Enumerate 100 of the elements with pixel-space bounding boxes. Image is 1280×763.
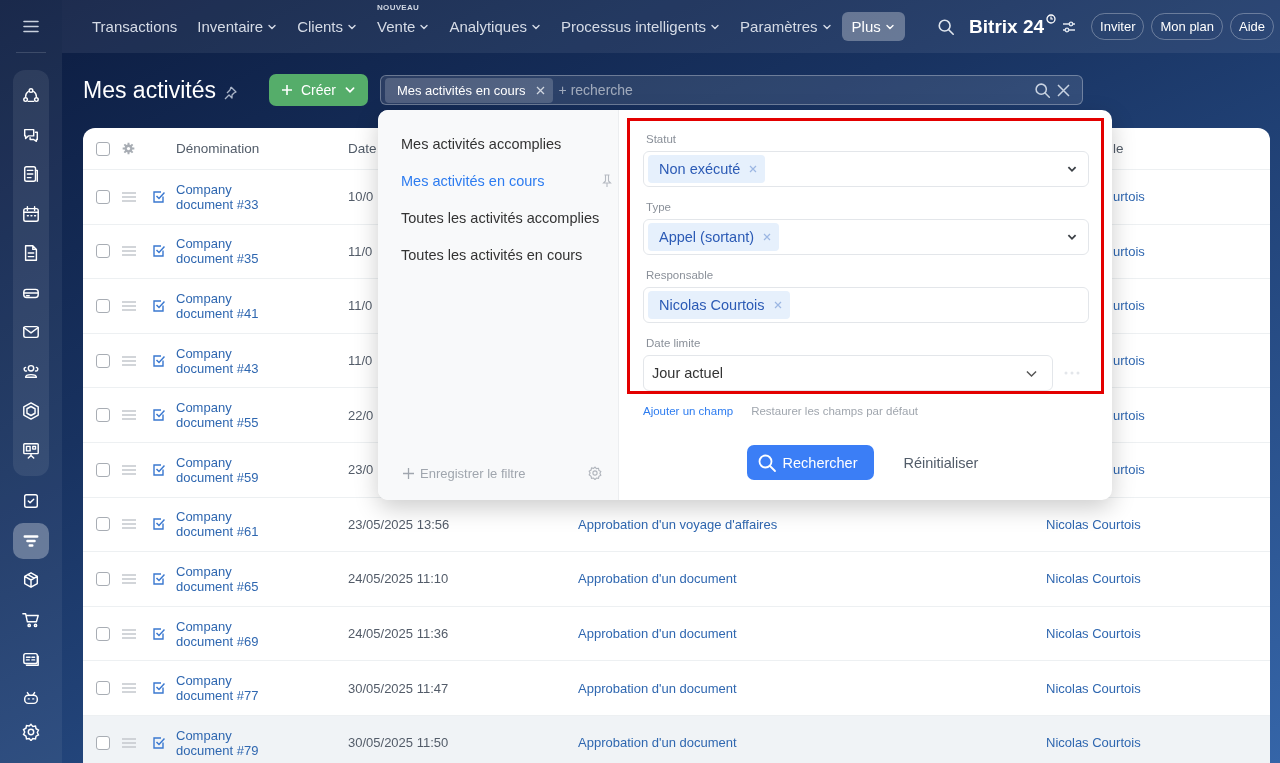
date-cell: 24/05/2025 11:10: [348, 571, 449, 587]
document-link[interactable]: Company document #43: [176, 345, 276, 376]
row-checkbox[interactable]: [96, 517, 110, 532]
row-checkbox[interactable]: [96, 353, 110, 368]
nav-item[interactable]: Processus intelligents: [551, 12, 731, 41]
task-icon: [153, 300, 165, 312]
new-label: NOUVEAU: [377, 3, 420, 12]
date-cell: 30/05/2025 11:50: [348, 735, 449, 751]
drag-handle-icon[interactable]: [122, 573, 136, 584]
responsible-link[interactable]: Nicolas Courtois: [1046, 516, 1141, 532]
drag-handle-icon[interactable]: [122, 464, 136, 475]
filter-preset[interactable]: Mes activités accomplies: [378, 125, 618, 162]
drag-handle-icon[interactable]: [122, 246, 136, 257]
drag-handle-icon[interactable]: [122, 519, 136, 530]
row-checkbox[interactable]: [96, 735, 110, 750]
activity-link[interactable]: Approbation d'un voyage d'affaires: [578, 516, 778, 532]
people-icon: [22, 362, 40, 381]
responsible-link[interactable]: urtois: [1113, 189, 1145, 205]
activity-link[interactable]: Approbation d'un document: [578, 571, 737, 587]
nav-item[interactable]: Plus: [841, 12, 905, 41]
drag-handle-icon[interactable]: [122, 191, 136, 202]
drag-handle-icon[interactable]: [122, 410, 136, 421]
column-header[interactable]: Dénomination: [176, 141, 260, 156]
search-field[interactable]: Mes activités en cours + recherche: [379, 75, 1083, 105]
filter-chip[interactable]: Mes activités en cours: [384, 77, 553, 103]
close-icon[interactable]: [535, 85, 545, 95]
drag-handle-icon[interactable]: [122, 301, 136, 311]
date-cell: 11/0: [348, 298, 373, 314]
nav-item[interactable]: Paramètres: [730, 12, 842, 41]
nav-item[interactable]: Analytiques: [439, 12, 551, 41]
document-link[interactable]: Company document #77: [176, 673, 276, 704]
drag-handle-icon[interactable]: [122, 628, 136, 639]
menu-icon[interactable]: [23, 19, 39, 33]
document-link[interactable]: Company document #55: [176, 400, 276, 431]
filter-field[interactable]: Nicolas Courtois: [643, 287, 1089, 323]
filter-preset[interactable]: Mes activités en cours: [378, 162, 618, 199]
select-field[interactable]: Jour actuel: [643, 355, 1053, 391]
clock-icon: [1046, 14, 1057, 24]
document-link[interactable]: Company document #59: [176, 454, 276, 485]
checkbox-icon: [22, 492, 40, 511]
filter-field[interactable]: Appel (sortant): [643, 219, 1089, 255]
close-icon[interactable]: [1056, 83, 1070, 97]
responsible-link[interactable]: urtois: [1113, 243, 1145, 259]
row-checkbox[interactable]: [96, 571, 110, 586]
row-checkbox[interactable]: [96, 462, 110, 477]
responsible-link[interactable]: urtois: [1113, 462, 1145, 478]
row-checkbox[interactable]: [96, 189, 110, 204]
filter-preset[interactable]: Toutes les activités accomplies: [378, 199, 618, 236]
document-link[interactable]: Company document #61: [176, 509, 276, 540]
date-cell: 11/0: [348, 353, 373, 369]
value-tag: Non exécuté: [648, 155, 766, 183]
document-link[interactable]: Company document #41: [176, 291, 276, 321]
task-icon: [153, 518, 165, 531]
search-icon: [756, 452, 777, 473]
responsible-link[interactable]: Nicolas Courtois: [1046, 735, 1141, 751]
activity-link[interactable]: Approbation d'un document: [578, 735, 737, 751]
document-icon: [22, 244, 40, 263]
search-button[interactable]: Rechercher: [746, 445, 874, 480]
filter-preset[interactable]: Toutes les activités en cours: [378, 236, 618, 273]
nodes-icon: [22, 86, 40, 105]
cart-icon: [22, 610, 40, 629]
drag-handle-icon[interactable]: [122, 737, 136, 748]
row-checkbox[interactable]: [96, 681, 110, 696]
nav-item[interactable]: Transactions: [82, 12, 188, 41]
row-checkbox[interactable]: [96, 141, 110, 156]
filter-field[interactable]: Non exécuté: [643, 151, 1089, 187]
row-checkbox[interactable]: [96, 408, 110, 423]
sidebar-item[interactable]: [13, 522, 49, 559]
document-link[interactable]: Company document #33: [176, 181, 276, 212]
date-cell: 22/0: [348, 407, 374, 423]
responsible-link[interactable]: urtois: [1113, 407, 1145, 423]
search-icon[interactable]: [937, 17, 956, 36]
responsible-link[interactable]: Nicolas Courtois: [1046, 680, 1141, 696]
search-icon[interactable]: [1033, 81, 1051, 99]
pin-icon[interactable]: [222, 86, 237, 100]
reset-button[interactable]: Réinitialiser: [897, 453, 985, 472]
row-checkbox[interactable]: [96, 299, 110, 313]
date-cell: 23/05/2025 13:56: [348, 516, 450, 532]
row-checkbox[interactable]: [96, 244, 110, 259]
column-header[interactable]: Date: [348, 141, 377, 156]
activity-link[interactable]: Approbation d'un document: [578, 680, 737, 696]
sliders-icon[interactable]: [1062, 20, 1077, 33]
responsible-link[interactable]: Nicolas Courtois: [1046, 571, 1141, 587]
nav-item[interactable]: Inventaire: [187, 12, 288, 41]
add-field-link[interactable]: Ajouter un champ: [643, 405, 734, 417]
responsible-link[interactable]: Nicolas Courtois: [1046, 626, 1141, 642]
column-header[interactable]: le: [1113, 141, 1124, 156]
responsible-link[interactable]: urtois: [1113, 298, 1145, 314]
nav-item[interactable]: Clients: [287, 12, 368, 41]
drag-handle-icon[interactable]: [122, 683, 136, 694]
activity-link[interactable]: Approbation d'un document: [578, 626, 737, 642]
drag-handle-icon[interactable]: [122, 355, 136, 366]
document-link[interactable]: Company document #69: [176, 618, 276, 649]
cube-icon: [22, 571, 40, 590]
responsible-link[interactable]: urtois: [1113, 353, 1145, 369]
document-link[interactable]: Company document #35: [176, 236, 276, 267]
date-cell: 10/0: [348, 189, 374, 205]
document-link[interactable]: Company document #79: [176, 727, 276, 758]
row-checkbox[interactable]: [96, 626, 110, 641]
document-link[interactable]: Company document #65: [176, 563, 276, 594]
